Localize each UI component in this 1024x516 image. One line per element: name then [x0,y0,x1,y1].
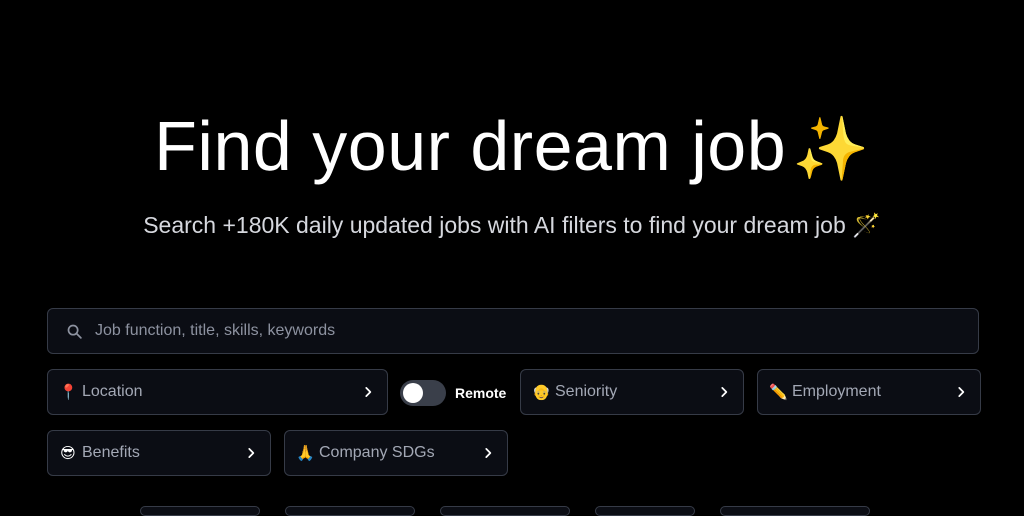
benefits-filter[interactable]: 😎 Benefits [47,430,271,476]
company-sdgs-filter[interactable]: 🙏 Company SDGs [284,430,508,476]
older-person-icon: 👴 [532,384,551,401]
company-sdgs-filter-label: Company SDGs [319,444,435,461]
remote-toggle[interactable] [400,380,446,406]
sunglasses-face-icon: 😎 [60,445,76,462]
hero-subtitle: Search +180K daily updated jobs with AI … [143,212,881,238]
search-bar[interactable] [47,308,979,354]
chevron-right-icon [248,448,255,458]
employment-filter-label: Employment [792,383,881,400]
pin-icon: 📍 [59,384,78,401]
remote-toggle-group: Remote [400,380,506,406]
cut-off-chip[interactable] [595,506,695,516]
chevron-right-icon [365,387,372,397]
seniority-filter-label: Seniority [555,383,618,400]
chevron-right-icon [721,387,728,397]
search-icon [67,324,82,339]
employment-filter[interactable]: ✏️ Employment [757,369,981,415]
cut-off-chip[interactable] [285,506,415,516]
location-filter-label: Location [82,383,143,400]
folded-hands-icon: 🙏 [296,445,315,462]
seniority-filter[interactable]: 👴 Seniority [520,369,744,415]
benefits-filter-label: Benefits [82,444,140,461]
search-input[interactable] [93,310,978,352]
location-filter[interactable]: 📍 Location [47,369,388,415]
cut-off-chip[interactable] [440,506,570,516]
chevron-right-icon [485,448,492,458]
chevron-right-icon [958,387,965,397]
pencil-icon: ✏️ [769,384,788,401]
cut-off-chip[interactable] [140,506,260,516]
toggle-knob [403,383,423,403]
hero-title-text: Find your dream job [154,107,787,185]
sparkles-icon: ✨ [792,115,870,184]
hero-title: Find your dream job✨ [0,100,1024,196]
remote-toggle-label: Remote [455,385,507,401]
cut-off-chip[interactable] [720,506,870,516]
